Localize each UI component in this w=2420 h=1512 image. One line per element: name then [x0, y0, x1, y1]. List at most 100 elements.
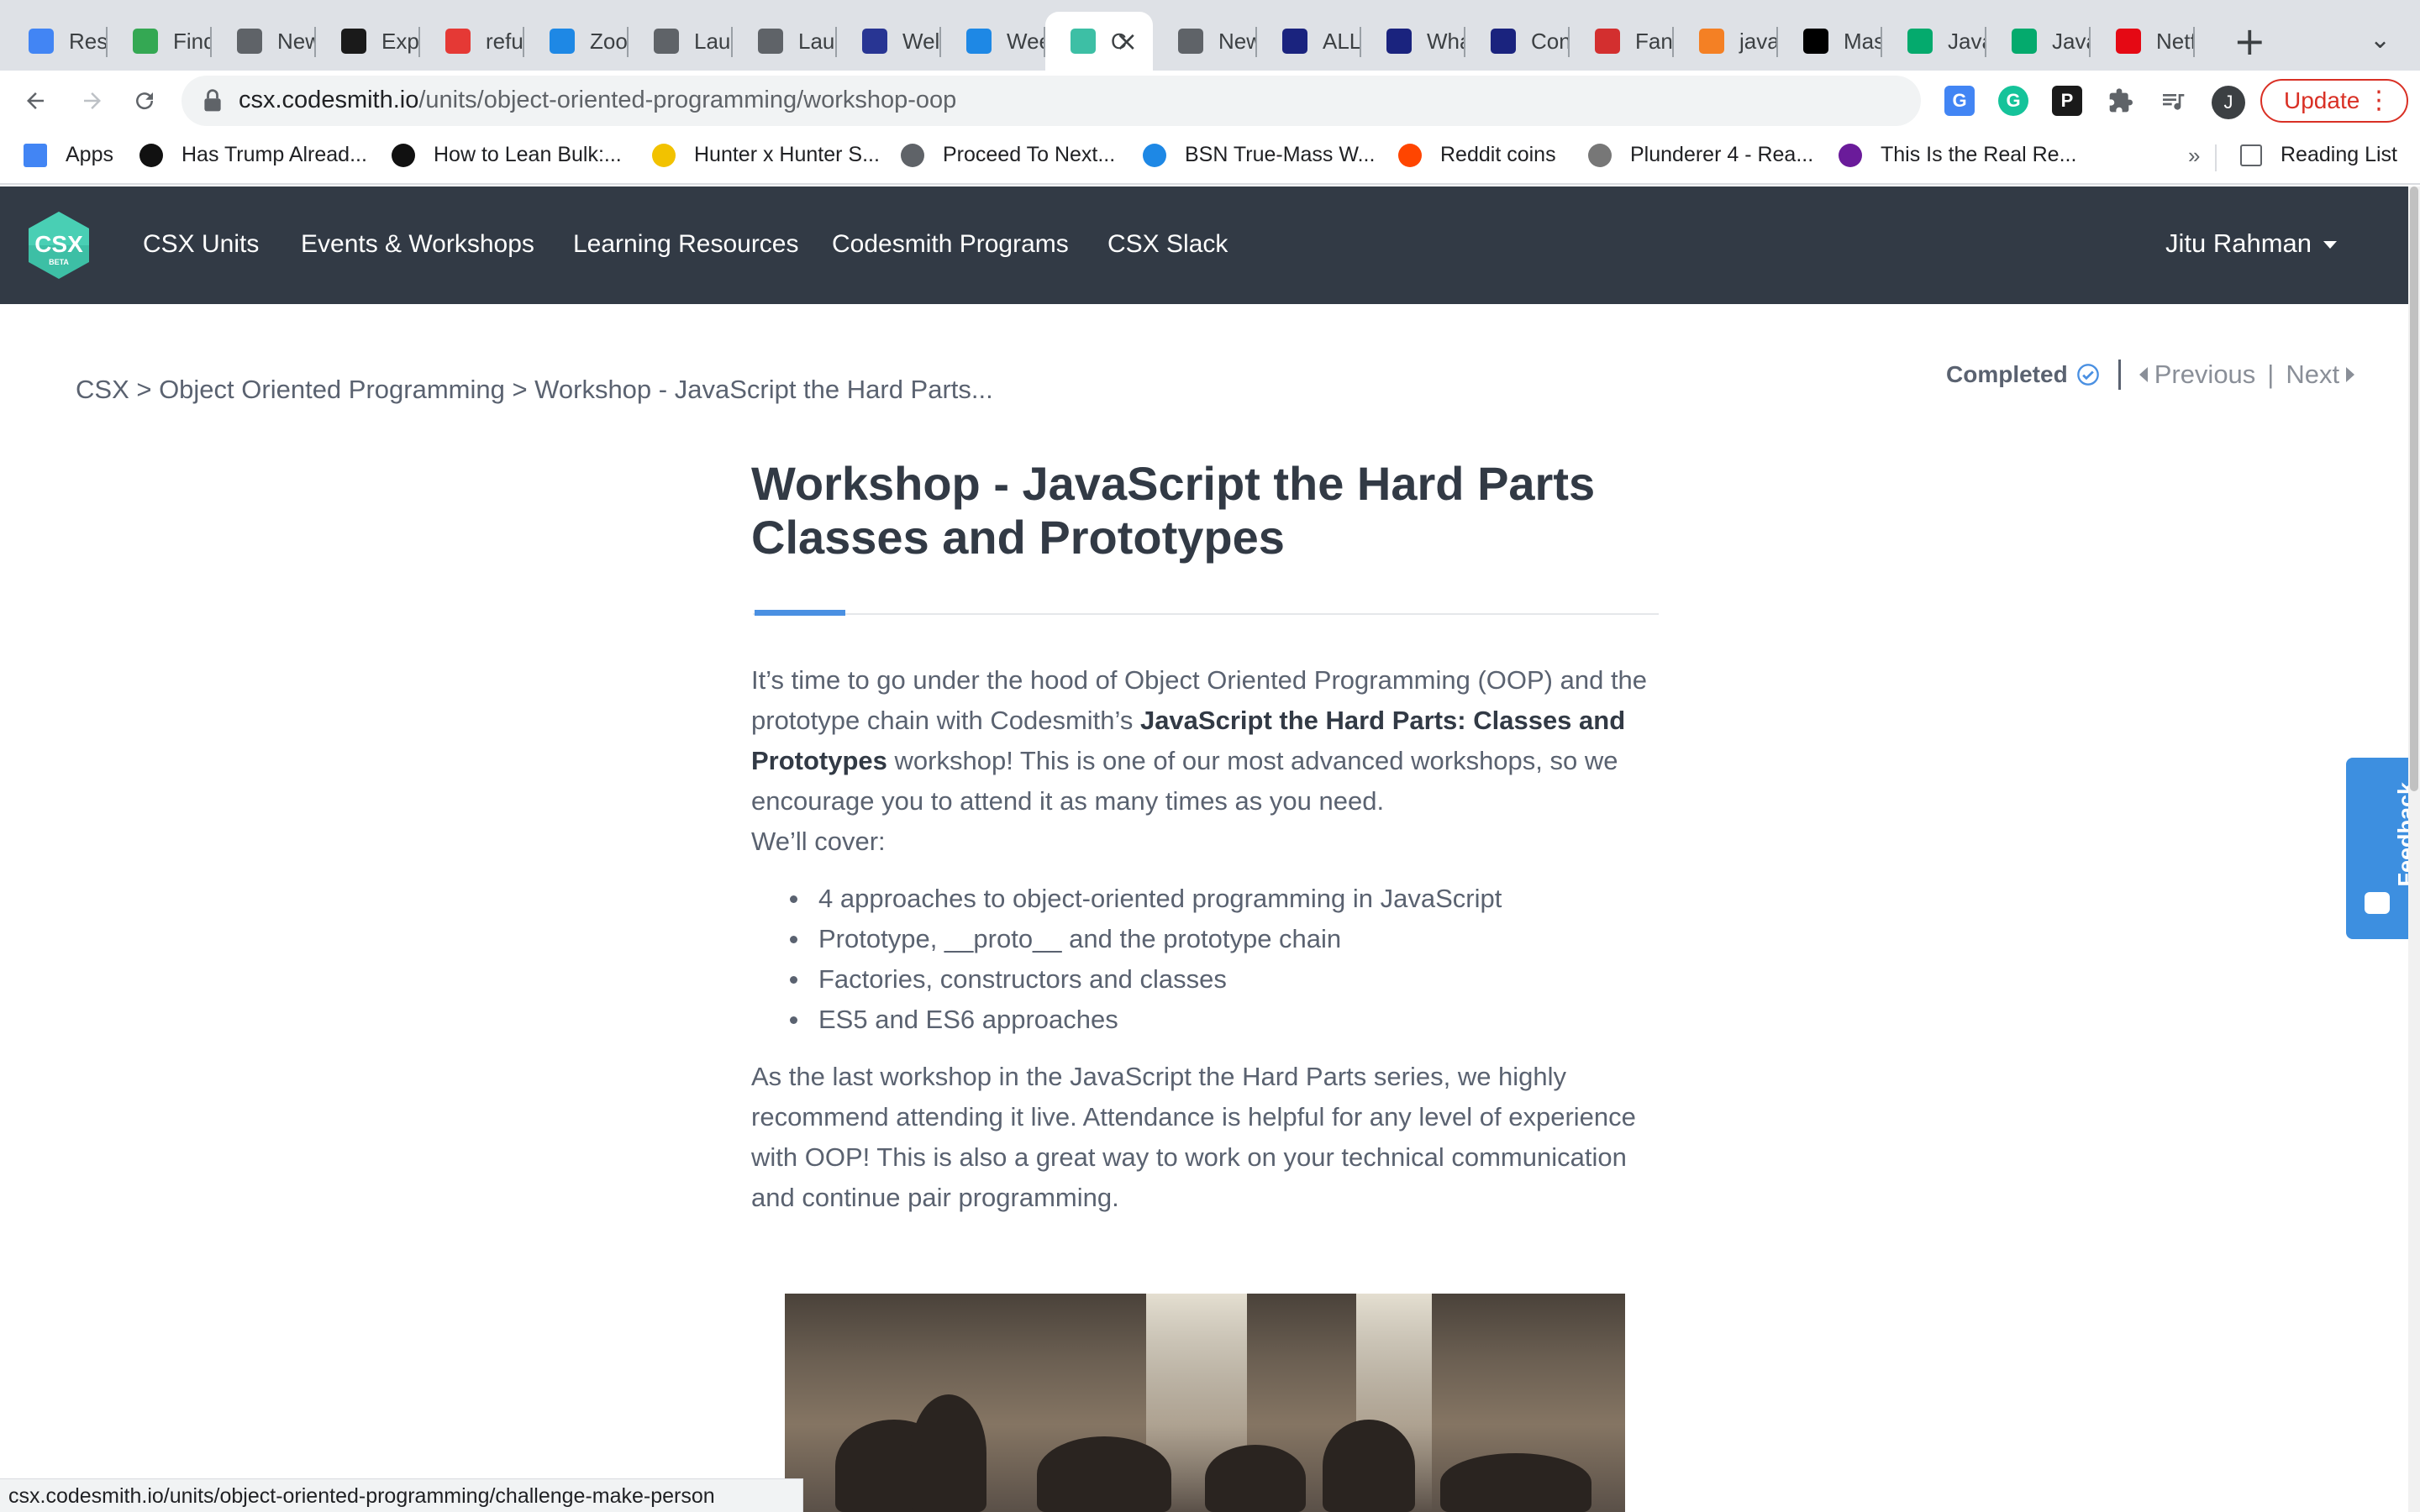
next-label: Next: [2286, 360, 2340, 389]
status-divider: [2118, 360, 2121, 390]
bar-chart-icon: [862, 29, 887, 54]
site-header: CSX BETA CSX Units Events & Workshops Le…: [0, 186, 2420, 304]
tab-strip: Resu Find New Expr refu Zoo Laur Laur Wel WeeC× Ne…: [0, 0, 2420, 71]
extensions-puzzle-icon[interactable]: [2106, 86, 2136, 116]
bookmark-item[interactable]: Reddit coins: [1398, 143, 1556, 167]
bookmark-label: This Is the Real Re...: [1881, 143, 2077, 166]
nav-events-workshops[interactable]: Events & Workshops: [301, 230, 534, 259]
browser-tab[interactable]: ALL: [1257, 12, 1361, 71]
bookmark-item[interactable]: BSN True-Mass W...: [1143, 143, 1375, 167]
browser-tab[interactable]: Find: [108, 12, 212, 71]
browser-tab[interactable]: Zoo: [524, 12, 629, 71]
new-tab-icon[interactable]: +: [2233, 18, 2266, 64]
tab-search-chevron-icon[interactable]: ⌄: [2370, 25, 2391, 55]
nav-csx-units[interactable]: CSX Units: [143, 230, 259, 259]
bookmark-item[interactable]: How to Lean Bulk:...: [392, 143, 622, 167]
p-extension-icon[interactable]: P: [2052, 86, 2082, 116]
browser-tab[interactable]: Laur: [733, 12, 837, 71]
grammarly-icon[interactable]: G: [1998, 86, 2028, 116]
tab-title: Laur: [694, 28, 733, 54]
browser-tab[interactable]: Java: [1882, 12, 1986, 71]
bookmarks-divider: [2215, 144, 2217, 171]
lock-icon[interactable]: [203, 89, 222, 117]
nav-csx-slack[interactable]: CSX Slack: [1107, 230, 1228, 259]
dev-icon: [1803, 29, 1828, 54]
browser-tab[interactable]: Java: [1986, 12, 2091, 71]
bookmark-item[interactable]: Hunter x Hunter S...: [652, 143, 880, 167]
link-status-bar: csx.codesmith.io/units/object-oriented-p…: [0, 1478, 803, 1512]
next-button[interactable]: Next: [2286, 360, 2355, 390]
back-icon[interactable]: [13, 79, 57, 123]
browser-tab[interactable]: C ×: [1045, 12, 1153, 71]
check-circle-icon: [2076, 364, 2099, 386]
reading-list-button[interactable]: Reading List: [2240, 143, 2397, 167]
browser-tab[interactable]: Wee: [941, 12, 1045, 71]
photo-person: [1205, 1445, 1306, 1512]
bookmark-item[interactable]: Has Trump Alread...: [139, 143, 367, 167]
user-menu[interactable]: Jitu Rahman: [2165, 228, 2338, 259]
browser-tab[interactable]: Wha: [1361, 12, 1465, 71]
close-tab-icon[interactable]: ×: [1115, 25, 1138, 57]
nav-divider: |: [2267, 360, 2275, 389]
bookmarks-more-chevron[interactable]: »: [2188, 143, 2200, 169]
csx-logo[interactable]: CSX BETA: [24, 210, 94, 285]
tab-title: refu: [486, 28, 523, 54]
photo-person: [1323, 1420, 1415, 1512]
bookmark-favicon-icon: [901, 143, 924, 167]
url-text[interactable]: csx.codesmith.io/units/object-oriented-p…: [239, 87, 956, 114]
bookmark-item[interactable]: This Is the Real Re...: [1839, 143, 2076, 167]
tp-icon: [445, 29, 471, 54]
media-queue-icon[interactable]: [2158, 86, 2188, 116]
globe-icon: [654, 29, 679, 54]
tab-title: Resu: [69, 28, 108, 54]
browser-tab[interactable]: Wel: [837, 12, 941, 71]
tab-title: Java: [1948, 28, 1986, 54]
globe-icon: [758, 29, 783, 54]
browser-tab[interactable]: refu: [420, 12, 524, 71]
seventeen-icon: [1282, 29, 1307, 54]
tab-title: Java: [2052, 28, 2091, 54]
tab-title: Fan: [1635, 28, 1673, 54]
reload-icon[interactable]: [123, 79, 166, 123]
bookmark-label: Apps: [66, 143, 113, 166]
browser-tab[interactable]: New: [212, 12, 316, 71]
bookmark-item[interactable]: Apps: [24, 143, 113, 167]
bookmark-item[interactable]: Proceed To Next...: [901, 143, 1115, 167]
more-menu-icon[interactable]: ⋮: [2366, 86, 2391, 115]
title-divider: [753, 613, 1659, 615]
bookmark-label: BSN True-Mass W...: [1185, 143, 1376, 166]
browser-chrome: Resu Find New Expr refu Zoo Laur Laur Wel WeeC× Ne…: [0, 0, 2420, 186]
profile-avatar[interactable]: J: [2212, 86, 2245, 119]
forward-icon[interactable]: [71, 79, 114, 123]
tab-title: New: [277, 28, 316, 54]
nav-learning-resources[interactable]: Learning Resources: [573, 230, 799, 259]
feedback-button[interactable]: Feedback: [2346, 758, 2419, 939]
breadcrumb[interactable]: CSX > Object Oriented Programming > Work…: [76, 375, 993, 405]
translate-icon[interactable]: G: [1944, 86, 1975, 116]
title-line-2: Classes and Prototypes: [751, 511, 1285, 564]
caret-left-icon: [2139, 367, 2148, 382]
update-button[interactable]: Update ⋮: [2260, 79, 2408, 123]
previous-button[interactable]: Previous: [2139, 360, 2255, 390]
bookmark-label: Reddit coins: [1440, 143, 1556, 166]
browser-tab[interactable]: Con: [1465, 12, 1570, 71]
bookmark-favicon-icon: [392, 143, 415, 167]
tab-title: Zoo: [590, 28, 628, 54]
tab-title: Wha: [1427, 28, 1465, 54]
browser-tab[interactable]: Resu: [3, 12, 108, 71]
browser-tab[interactable]: Fan: [1570, 12, 1674, 71]
bookmark-favicon-icon: [1143, 143, 1166, 167]
logo-badge: BETA: [49, 258, 69, 266]
browser-tab[interactable]: Expr: [316, 12, 420, 71]
scrollbar-thumb[interactable]: [2410, 186, 2418, 791]
browser-tab[interactable]: Laur: [629, 12, 733, 71]
browser-tab[interactable]: java: [1674, 12, 1778, 71]
browser-tab[interactable]: Mas: [1778, 12, 1882, 71]
browser-tab[interactable]: Netf: [2091, 12, 2195, 71]
address-bar[interactable]: csx.codesmith.io/units/object-oriented-p…: [182, 76, 2080, 126]
user-name: Jitu Rahman: [2165, 228, 2312, 258]
bookmark-label: Proceed To Next...: [943, 143, 1116, 166]
bookmark-item[interactable]: Plunderer 4 - Rea...: [1588, 143, 1813, 167]
nav-codesmith-programs[interactable]: Codesmith Programs: [832, 230, 1069, 259]
browser-tab[interactable]: New: [1153, 12, 1257, 71]
